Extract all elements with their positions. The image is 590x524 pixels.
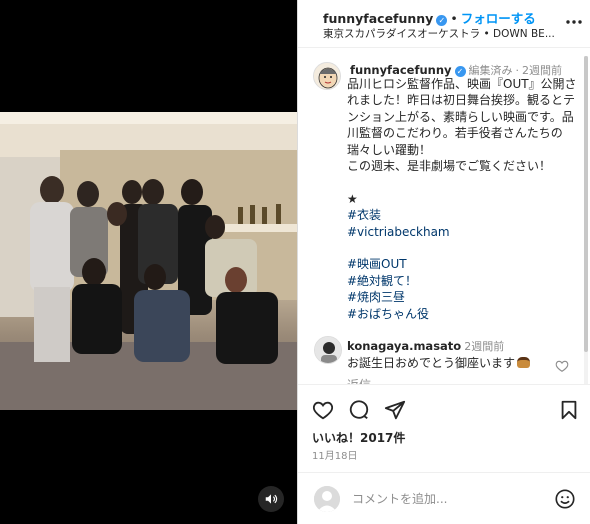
avatar-illustration-icon bbox=[314, 63, 340, 89]
bookmark-icon bbox=[561, 400, 577, 420]
hashtag-link[interactable]: #映画OUT bbox=[347, 257, 407, 271]
post-photo[interactable] bbox=[0, 112, 297, 410]
heart-icon bbox=[312, 401, 334, 420]
speaker-icon bbox=[265, 494, 278, 504]
group-photo-image bbox=[0, 112, 297, 410]
caption-body: 品川ヒロシ監督作品、映画『OUT』公開されました！昨日は初日舞台挨拶。観るとテン… bbox=[347, 77, 577, 206]
header-user-row: funnyfacefunny ✓ • フォローする bbox=[323, 8, 536, 27]
comment-composer bbox=[298, 472, 590, 524]
more-options-button[interactable] bbox=[564, 12, 584, 32]
instagram-post-window: funnyfacefunny ✓ • フォローする 東京スカパラダイスオーケストラ •… bbox=[0, 0, 590, 524]
comment-header: konagaya.masato 2週間前 bbox=[347, 338, 504, 354]
emoji-icon bbox=[555, 489, 575, 509]
post-date[interactable]: 11月18日 bbox=[312, 447, 357, 462]
comment-like-button[interactable] bbox=[555, 358, 569, 372]
emoji-picker-button[interactable] bbox=[554, 488, 576, 510]
follow-button[interactable]: フォローする bbox=[461, 11, 536, 26]
comment-input[interactable] bbox=[352, 489, 522, 509]
heart-icon bbox=[555, 360, 569, 372]
caption-username[interactable]: funnyfacefunny bbox=[350, 63, 452, 77]
caption-text: 品川ヒロシ監督作品、映画『OUT』公開されました！昨日は初日舞台挨拶。観るとテン… bbox=[347, 76, 583, 322]
hashtag-link[interactable]: #おばちゃん役 bbox=[347, 307, 429, 321]
verified-badge-icon: ✓ bbox=[436, 15, 448, 26]
share-button[interactable] bbox=[384, 399, 406, 421]
header-username[interactable]: funnyfacefunny bbox=[323, 11, 433, 26]
post-side-panel: funnyfacefunny ✓ • フォローする 東京スカパラダイスオーケストラ •… bbox=[297, 0, 590, 524]
separator-dot: • bbox=[450, 11, 458, 26]
share-icon bbox=[384, 400, 406, 420]
post-actions: いいね！2017件 11月18日 bbox=[298, 384, 590, 472]
like-button[interactable] bbox=[312, 399, 334, 421]
avatar-image-icon bbox=[315, 337, 341, 363]
comment-button[interactable] bbox=[348, 399, 370, 421]
more-icon bbox=[566, 20, 582, 24]
hashtag-link[interactable]: #衣装 bbox=[347, 208, 381, 222]
comment-text: お誕生日おめでとう御座います bbox=[347, 354, 531, 371]
save-button[interactable] bbox=[558, 399, 580, 421]
music-track-link[interactable]: 東京スカパラダイスオーケストラ • DOWN BE... bbox=[323, 26, 559, 41]
comment-reply-link[interactable]: 返信 bbox=[347, 376, 371, 384]
scrollbar-thumb[interactable] bbox=[584, 56, 588, 352]
comments-area: funnyfacefunny ✓ 編集済み · 2週間前 品川ヒロシ監督作品、映画『OU… bbox=[298, 56, 590, 384]
pancake-emoji-icon bbox=[517, 357, 531, 368]
comment-icon bbox=[349, 400, 369, 419]
mute-toggle-button[interactable] bbox=[258, 486, 284, 512]
user-placeholder-icon bbox=[314, 486, 340, 512]
comment-username[interactable]: konagaya.masato bbox=[347, 339, 461, 353]
hashtag-link[interactable]: #焼肉三昼 bbox=[347, 290, 405, 304]
hashtag-link[interactable]: #絶対観て！ bbox=[347, 274, 417, 288]
hashtag-link[interactable]: #victriabeckham bbox=[347, 225, 450, 239]
current-user-avatar bbox=[314, 486, 340, 512]
commenter-avatar[interactable] bbox=[314, 336, 342, 364]
author-avatar[interactable] bbox=[313, 62, 341, 90]
comment-time[interactable]: 2週間前 bbox=[464, 340, 504, 353]
post-header: funnyfacefunny ✓ • フォローする 東京スカパラダイスオーケストラ •… bbox=[298, 0, 590, 48]
comment-body: お誕生日おめでとう御座います bbox=[347, 356, 516, 370]
post-media bbox=[0, 0, 297, 524]
likes-count[interactable]: いいね！2017件 bbox=[312, 429, 405, 446]
